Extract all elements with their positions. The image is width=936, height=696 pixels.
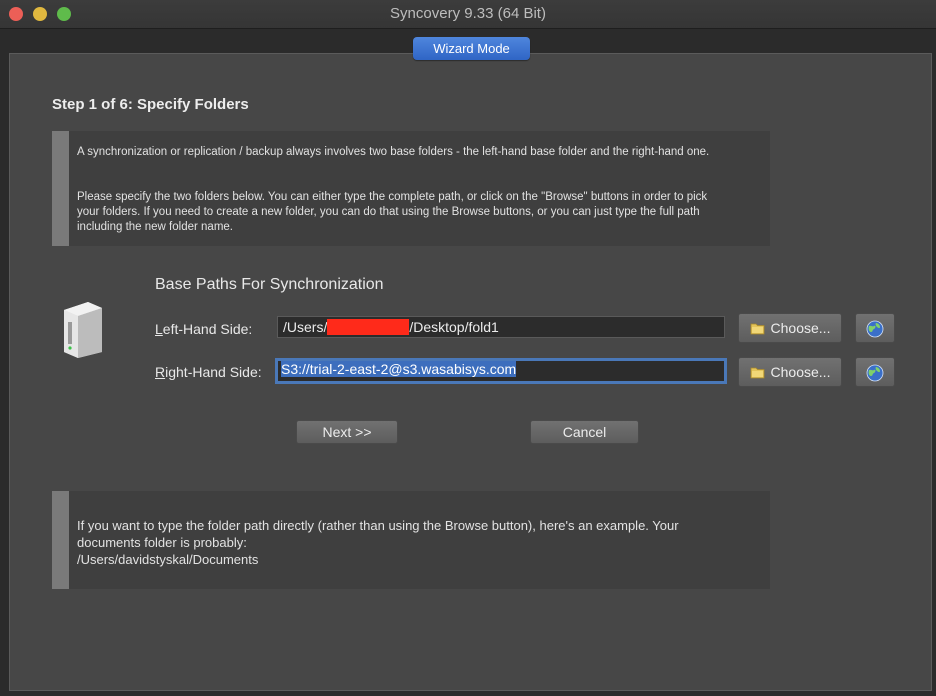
info-bar	[52, 131, 69, 246]
info-bar	[52, 491, 69, 589]
redacted-username	[327, 319, 410, 335]
hard-drive-icon	[64, 302, 102, 358]
intro-info-box: A synchronization or replication / backu…	[52, 131, 770, 246]
intro-paragraph-1: A synchronization or replication / backu…	[77, 146, 710, 158]
cancel-button[interactable]: Cancel	[530, 420, 639, 444]
right-hand-side-label: Right-Hand Side:	[155, 364, 262, 380]
left-hand-side-label: Left-Hand Side:	[155, 321, 253, 337]
title-bar: Syncovery 9.33 (64 Bit)	[0, 0, 936, 29]
left-remote-button[interactable]	[855, 313, 895, 343]
window-title: Syncovery 9.33 (64 Bit)	[390, 5, 546, 22]
intro-paragraph-2: Please specify the two folders below. Yo…	[77, 191, 708, 233]
example-path: /Users/davidstyskal/Documents	[77, 552, 259, 567]
hint-info-box: If you want to type the folder path dire…	[52, 491, 770, 589]
globe-icon	[866, 364, 884, 382]
wizard-mode-button[interactable]: Wizard Mode	[413, 37, 530, 60]
step-title: Step 1 of 6: Specify Folders	[52, 96, 249, 113]
folder-icon	[750, 367, 764, 379]
folder-icon	[750, 323, 764, 335]
globe-icon	[866, 320, 884, 338]
right-choose-button[interactable]: Choose...	[738, 357, 842, 387]
left-path-input[interactable]: /Users//Desktop/fold1	[277, 316, 725, 338]
hint-text: If you want to type the folder path dire…	[77, 518, 679, 567]
base-paths-heading: Base Paths For Synchronization	[155, 276, 384, 293]
right-remote-button[interactable]	[855, 357, 895, 387]
right-path-value: S3://trial-2-east-2@s3.wasabisys.com	[281, 361, 517, 377]
left-choose-button[interactable]: Choose...	[738, 313, 842, 343]
right-path-input[interactable]: S3://trial-2-east-2@s3.wasabisys.com	[275, 358, 727, 384]
next-button[interactable]: Next >>	[296, 420, 398, 444]
